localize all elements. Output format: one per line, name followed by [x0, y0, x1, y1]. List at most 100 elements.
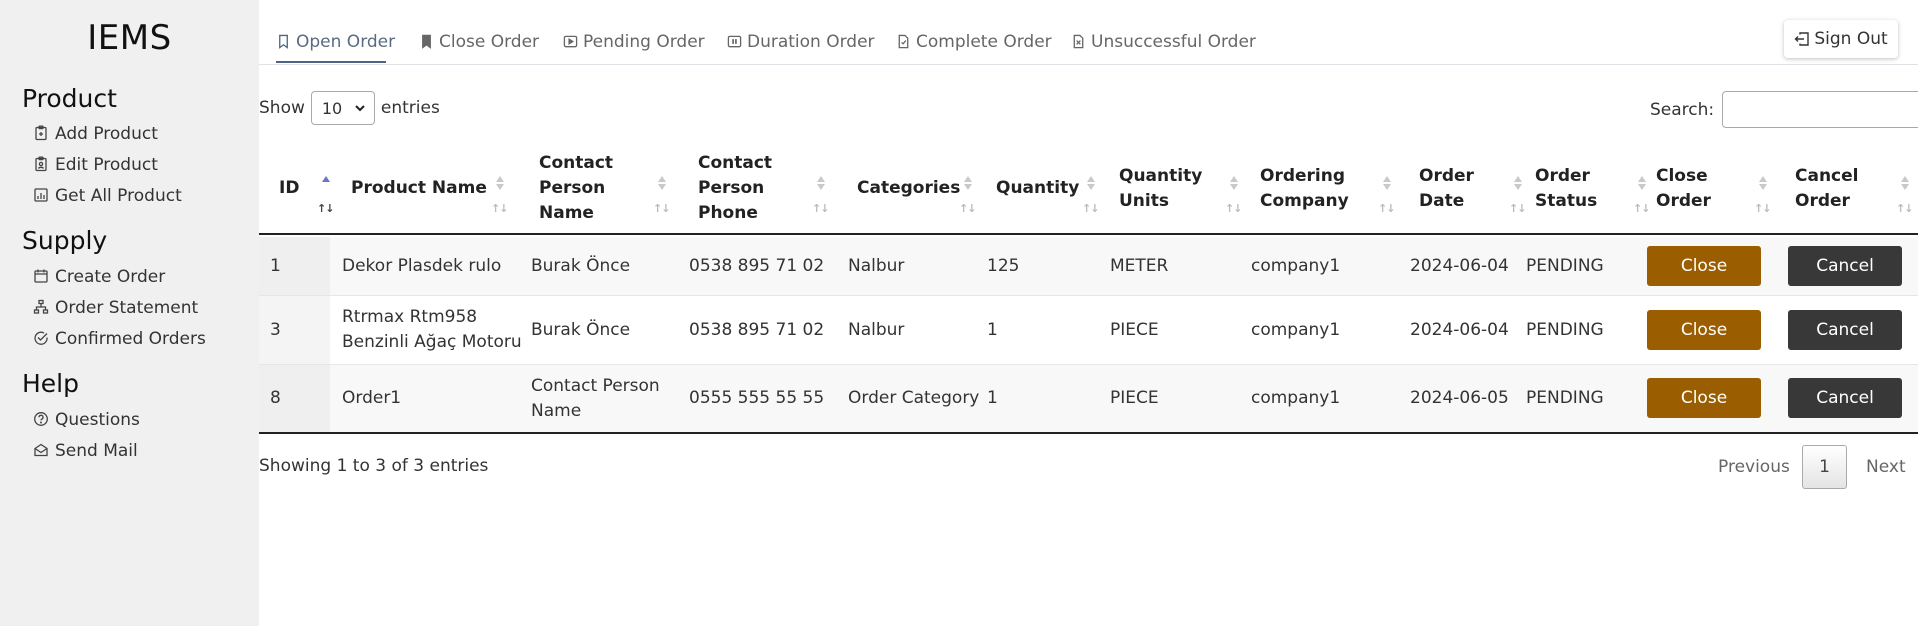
sidebar-section-supply: Supply [22, 226, 108, 255]
column-header-quantity[interactable]: Quantity ↑↓ [996, 142, 1104, 235]
column-header-order-date[interactable]: Order Date ↑↓ [1419, 142, 1531, 235]
sidebar-item-questions[interactable]: Questions [33, 407, 140, 433]
sign-out-button[interactable]: Sign Out [1784, 20, 1898, 58]
sort-icon: ↑↓ [1509, 176, 1526, 215]
cell-category: Order Category [848, 388, 980, 408]
close-order-button[interactable]: Close [1647, 378, 1761, 418]
sort-arrows: ↑↓ [1754, 202, 1771, 215]
column-header-ordering-company[interactable]: Ordering Company ↑↓ [1260, 142, 1400, 235]
column-header-quantity-units[interactable]: Quantity Units ↑↓ [1119, 142, 1247, 235]
cell-order-status: PENDING [1526, 255, 1604, 276]
chevron-down-icon [355, 105, 365, 112]
sidebar-item-send-mail[interactable]: Send Mail [33, 438, 138, 464]
sort-arrows: ↑↓ [1082, 202, 1099, 215]
entries-label: entries [380, 98, 440, 118]
file-check-icon [896, 34, 912, 50]
sidebar-item-label: Edit Product [55, 155, 158, 175]
play-icon [563, 34, 579, 50]
cell-quantity-unit: PIECE [1110, 319, 1159, 340]
cell-product-name: Order1 [342, 388, 402, 408]
question-circle-icon [33, 411, 51, 429]
tab-open-order[interactable]: Open Order [276, 28, 395, 56]
sidebar-item-confirmed-orders[interactable]: Confirmed Orders [33, 326, 206, 352]
tab-label: Close Order [439, 32, 540, 52]
pagination-page-1[interactable]: 1 [1802, 445, 1847, 489]
file-x-icon [1071, 34, 1087, 50]
cell-quantity-unit: METER [1110, 255, 1169, 276]
close-order-button[interactable]: Close [1647, 310, 1761, 350]
entries-length-control: Show 10 entries [259, 91, 440, 125]
cell-order-status: PENDING [1526, 388, 1604, 408]
sidebar-item-label: Add Product [55, 124, 158, 144]
sort-icon: ↑↓ [959, 176, 976, 215]
sidebar-item-get-all-product[interactable]: Get All Product [33, 183, 182, 209]
tab-label: Pending Order [583, 32, 705, 52]
pagination-previous[interactable]: Previous [1718, 445, 1790, 489]
sidebar-item-label: Confirmed Orders [55, 329, 206, 349]
sort-icon: ↑↓ [1378, 176, 1395, 215]
sidebar-item-label: Questions [55, 410, 140, 430]
sort-icon: ↑↓ [812, 176, 829, 215]
sidebar-item-order-statement[interactable]: Order Statement [33, 295, 198, 321]
entries-select[interactable]: 10 [310, 91, 375, 125]
sign-out-label: Sign Out [1814, 29, 1888, 49]
sort-arrows: ↑↓ [653, 202, 670, 215]
brand-logo: IEMS [87, 18, 172, 58]
column-header-order-status[interactable]: Order Status ↑↓ [1535, 142, 1655, 235]
sort-icon: ↑↓ [1633, 176, 1650, 215]
column-header-label: Categories [857, 178, 961, 198]
cancel-order-button[interactable]: Cancel [1788, 246, 1902, 286]
sidebar-item-create-order[interactable]: Create Order [33, 264, 165, 290]
cell-quantity-unit: PIECE [1110, 388, 1159, 408]
tab-bar: Open Order Close Order Pending Order Dur… [259, 0, 1918, 65]
tab-duration-order[interactable]: Duration Order [727, 28, 875, 56]
sidebar-item-add-product[interactable]: Add Product [33, 121, 158, 147]
column-header-label: ID [279, 178, 300, 198]
column-header-product-name[interactable]: Product Name ↑↓ [351, 142, 513, 235]
search-input[interactable] [1722, 91, 1918, 128]
column-header-contact-person-name[interactable]: Contact Person Name ↑↓ [539, 142, 675, 235]
entries-select-value: 10 [321, 98, 343, 118]
clipboard-edit-icon [33, 156, 51, 174]
tab-complete-order[interactable]: Complete Order [896, 28, 1052, 56]
cell-order-date: 2024-06-04 [1410, 255, 1509, 276]
tab-unsuccessful-order[interactable]: Unsuccessful Order [1071, 28, 1256, 56]
cell-quantity: 1 [987, 319, 998, 340]
cell-contact-phone: 0538 895 71 02 [689, 255, 825, 276]
cell-quantity: 1 [987, 388, 998, 408]
show-label: Show [259, 98, 305, 118]
sidebar-item-edit-product[interactable]: Edit Product [33, 152, 158, 178]
column-header-label: Contact Person Name [539, 153, 614, 223]
cell-order-date: 2024-06-04 [1410, 319, 1509, 340]
cell-id: 8 [270, 388, 281, 408]
cell-contact-name: Burak Önce [531, 319, 631, 340]
cell-order-date: 2024-06-05 [1410, 388, 1509, 408]
cell-contact-phone: 0555 555 55 55 [689, 388, 825, 408]
sidebar-item-label: Send Mail [55, 441, 138, 461]
cancel-order-button[interactable]: Cancel [1788, 378, 1902, 418]
column-header-contact-person-phone[interactable]: Contact Person Phone ↑↓ [698, 142, 834, 235]
check-circle-icon [33, 330, 51, 348]
close-order-button[interactable]: Close [1647, 246, 1761, 286]
column-header-cancel-order[interactable]: Cancel Order ↑↓ [1795, 142, 1918, 235]
tab-pending-order[interactable]: Pending Order [563, 28, 705, 56]
cancel-order-button[interactable]: Cancel [1788, 310, 1902, 350]
sort-icon: ↑↓ [1754, 176, 1771, 215]
column-header-label: Product Name [351, 178, 487, 198]
tab-label: Duration Order [747, 32, 875, 52]
search-label: Search: [1650, 99, 1715, 120]
column-header-close-order[interactable]: Close Order ↑↓ [1656, 142, 1776, 235]
sidebar-item-label: Get All Product [55, 186, 182, 206]
sidebar-item-label: Create Order [55, 267, 166, 287]
table-bottom-border [259, 432, 1918, 434]
column-header-id[interactable]: ID ↑↓ [279, 142, 339, 235]
cell-order-status: PENDING [1526, 319, 1604, 340]
column-header-categories[interactable]: Categories ↑↓ [857, 142, 981, 235]
sidebar-section-product: Product [22, 84, 117, 113]
active-tab-indicator [276, 61, 386, 63]
column-header-label: Close Order [1656, 165, 1711, 211]
pagination-next[interactable]: Next [1866, 445, 1906, 489]
sort-arrows: ↑↓ [812, 202, 829, 215]
sort-arrows: ↑↓ [491, 202, 508, 215]
tab-close-order[interactable]: Close Order [419, 28, 539, 56]
